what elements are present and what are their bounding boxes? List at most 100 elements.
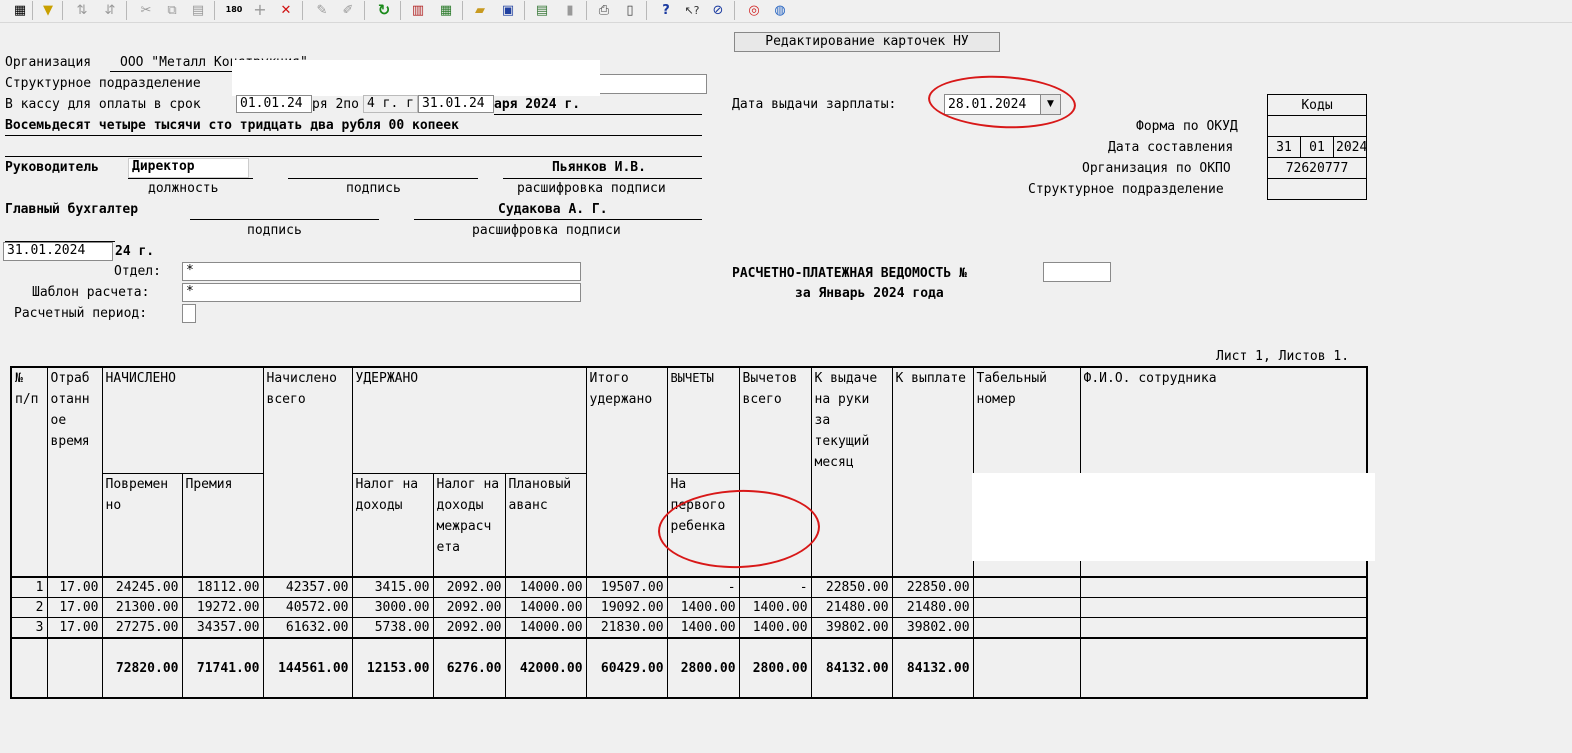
cell-accrued-total: 61632.00 xyxy=(262,617,353,639)
table-row[interactable]: 3 17.00 27275.00 34357.00 61632.00 5738.… xyxy=(10,617,1368,639)
cell-accrued-total: 42357.00 xyxy=(262,576,353,598)
cash-mid-field[interactable]: 4 г. г xyxy=(363,95,418,113)
accountant-decode-caption: расшифровка подписи xyxy=(472,223,621,238)
pencil-icon[interactable]: ✎ xyxy=(312,1,332,19)
period-label: Расчетный период: xyxy=(14,306,148,321)
statement-number-field[interactable] xyxy=(1043,262,1111,282)
cell-advance: 14000.00 xyxy=(504,597,587,618)
cut-icon[interactable]: ✂ xyxy=(136,1,156,19)
paste-icon[interactable]: ▤ xyxy=(188,1,208,19)
cell-tax-inter: 2092.00 xyxy=(432,617,506,639)
head-position-field[interactable]: Директор xyxy=(128,158,249,178)
accountant-label: Главный бухгалтер xyxy=(5,202,139,217)
cell-worked: 17.00 xyxy=(46,597,103,618)
delete-icon[interactable]: ✕ xyxy=(276,1,296,19)
pay-date-label: Дата выдачи зарплаты: xyxy=(732,97,897,112)
sort-asc-icon[interactable]: ⇅ xyxy=(72,1,92,19)
head-name: Пьянков И.В. xyxy=(552,160,646,175)
print-icon[interactable]: ⎙ xyxy=(594,1,614,19)
cell-fio xyxy=(1079,576,1368,598)
col-header-advance: Плановый аванс xyxy=(504,472,587,578)
total-to-pay: 84132.00 xyxy=(891,637,974,699)
toolbar-separator xyxy=(462,1,463,20)
table-total-row: 72820.00 71741.00 144561.00 12153.00 627… xyxy=(10,637,1368,699)
cell-num: 1 xyxy=(10,576,48,598)
context-help-icon[interactable]: ↖? xyxy=(682,1,702,19)
template-field[interactable]: * xyxy=(182,283,581,302)
date-year: 2024 xyxy=(1333,136,1367,158)
total-withheld: 60429.00 xyxy=(585,637,668,699)
cell-num: 3 xyxy=(10,617,48,639)
copy-icon[interactable]: ⧉ xyxy=(162,1,182,19)
total-advance: 42000.00 xyxy=(504,637,587,699)
head-position-caption: должность xyxy=(148,181,219,196)
cell-num: 2 xyxy=(10,597,48,618)
cell-time: 27275.00 xyxy=(101,617,183,639)
codes-header: Коды xyxy=(1267,94,1367,116)
refresh-icon[interactable]: ↻ xyxy=(374,1,394,19)
amount-underline-2 xyxy=(5,156,702,157)
cell-to-hand: 22850.00 xyxy=(810,576,893,598)
save-icon[interactable]: ▣ xyxy=(498,1,518,19)
toolbar-separator xyxy=(400,1,401,20)
toolbar-separator xyxy=(734,1,735,20)
cell-advance: 14000.00 xyxy=(504,617,587,639)
sort-desc-icon[interactable]: ⇵ xyxy=(100,1,120,19)
okud-label: Форма по ОКУД xyxy=(1136,119,1238,134)
cell-to-hand: 39802.00 xyxy=(810,617,893,639)
statement-period: за Январь 2024 года xyxy=(795,286,944,301)
calculator-icon[interactable]: ▦ xyxy=(436,1,456,19)
cell-to-pay: 21480.00 xyxy=(891,597,974,618)
cell-tax: 3000.00 xyxy=(351,597,434,618)
form-title-button[interactable]: Редактирование карточек НУ xyxy=(734,32,1000,52)
cell-bonus: 34357.00 xyxy=(181,617,264,639)
cell-worked: 17.00 xyxy=(46,576,103,598)
date-composed-label: Дата составления xyxy=(1108,140,1234,155)
okud-value xyxy=(1267,115,1367,137)
help-icon[interactable]: ? xyxy=(656,1,676,19)
head-signature-caption: подпись xyxy=(346,181,401,196)
toolbar-separator xyxy=(364,1,365,20)
filter-icon[interactable]: ▼ xyxy=(38,1,58,19)
head-signature-underline xyxy=(288,178,478,179)
lifebuoy-icon[interactable]: ◎ xyxy=(744,1,764,19)
total-deductions: 2800.00 xyxy=(738,637,812,699)
report-icon[interactable]: ▥ xyxy=(408,1,428,19)
preview-icon[interactable]: ▯ xyxy=(620,1,640,19)
grid-icon[interactable]: ▦ xyxy=(10,1,30,19)
col-group-accrued: НАЧИСЛЕНО xyxy=(101,366,264,474)
dept-field[interactable]: * xyxy=(182,262,581,281)
doc-date-field[interactable]: 31.01.2024 xyxy=(3,242,113,261)
date-month: 01 xyxy=(1300,136,1334,158)
globe-icon[interactable]: ◍ xyxy=(770,1,790,19)
cell-tax: 3415.00 xyxy=(351,576,434,598)
col-header-tax: Налог на доходы xyxy=(351,472,434,578)
cell-deductions-total: 1400.00 xyxy=(738,597,812,618)
cash-label: В кассу для оплаты в срок xyxy=(5,97,201,112)
toolbar-separator xyxy=(32,1,33,20)
compass-icon[interactable]: ⊘ xyxy=(708,1,728,19)
cell-bonus: 18112.00 xyxy=(181,576,264,598)
total-worked xyxy=(46,637,103,699)
period-field[interactable] xyxy=(182,304,196,323)
col-header-num: № п/п xyxy=(10,366,48,578)
okpo-label: Организация по ОКПО xyxy=(1082,161,1231,176)
total-accrued: 144561.00 xyxy=(262,637,353,699)
add-icon[interactable]: + xyxy=(250,1,270,19)
table-row[interactable]: 1 17.00 24245.00 18112.00 42357.00 3415.… xyxy=(10,576,1368,598)
red-highlight-circle xyxy=(926,72,1078,132)
dept-label: Отдел: xyxy=(114,264,161,279)
cell-tax: 5738.00 xyxy=(351,617,434,639)
table-row[interactable]: 2 17.00 21300.00 19272.00 40572.00 3000.… xyxy=(10,597,1368,618)
amount-underline-1 xyxy=(5,135,702,136)
open-folder-icon[interactable]: ▰ xyxy=(470,1,490,19)
edit-field-icon[interactable]: ✐ xyxy=(338,1,358,19)
counter-icon[interactable]: 180 xyxy=(224,1,244,19)
document-icon[interactable]: ▮ xyxy=(560,1,580,19)
export-icon[interactable]: ▤ xyxy=(532,1,552,19)
redacted-area xyxy=(972,473,1375,561)
cell-worked: 17.00 xyxy=(46,617,103,639)
cash-from-field[interactable]: 01.01.24 xyxy=(236,95,312,113)
cash-to-field[interactable]: 31.01.24 xyxy=(418,95,494,113)
col-header-to-pay: К выплате xyxy=(891,366,974,578)
